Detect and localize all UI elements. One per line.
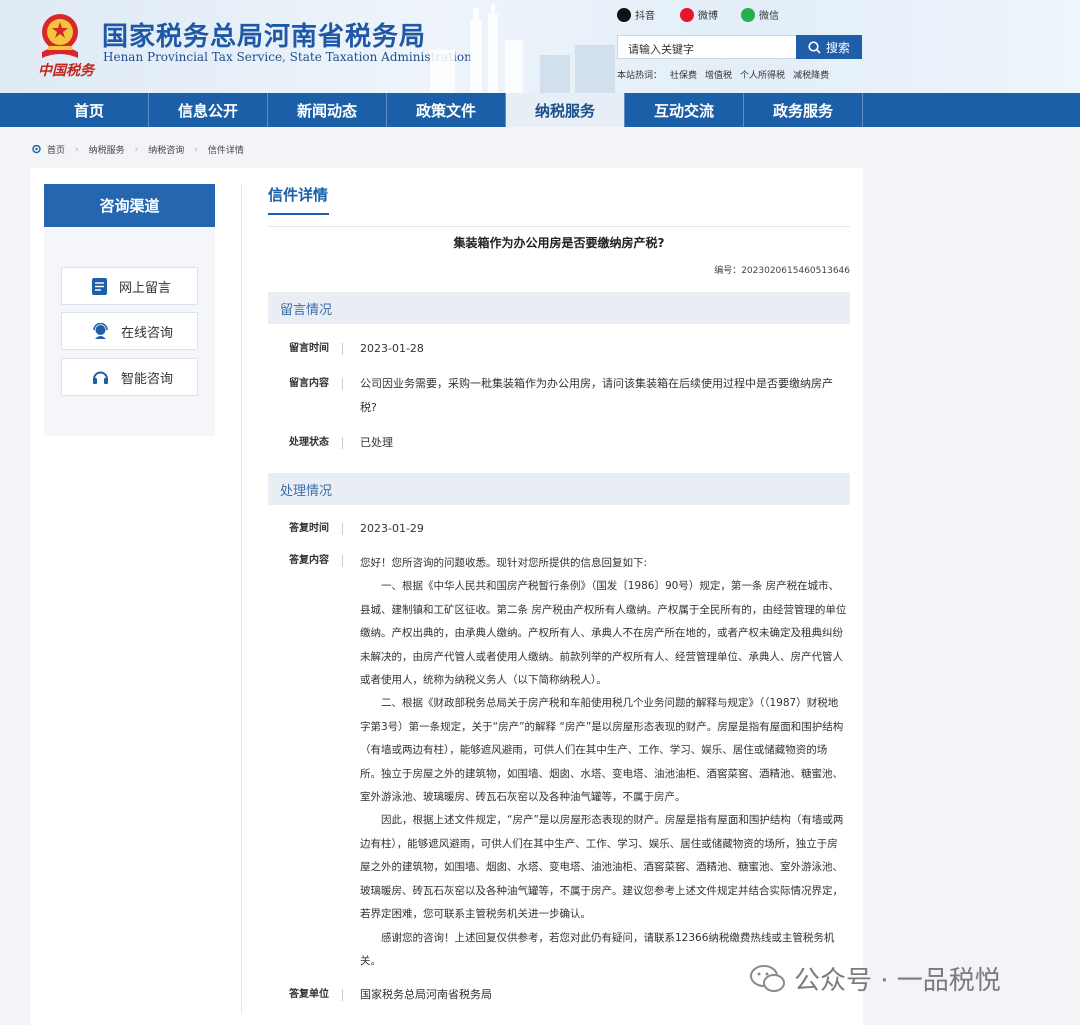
wechat-icon [741,7,755,22]
site-subtitle: Henan Provincial Tax Service, State Taxa… [103,50,472,64]
hotword-link[interactable]: 个人所得税 [740,68,785,81]
reply-paragraph: 一、根据《中华人民共和国房产税暂行条例》（国发〔1986〕90号）规定，第一条 … [360,580,847,687]
breadcrumb: 首页 › 纳税服务 › 纳税咨询 › 信件详情 [32,143,244,156]
status-value: 已处理 [360,436,393,449]
reply-content-row: 答复内容 您好！您所咨询的问题收悉。现针对您所提供的信息回复如下: 一、根据《中… [268,552,850,973]
smart-consult-button[interactable]: 智能咨询 [61,358,198,396]
site-title[interactable]: 国家税务总局河南省税务局 [102,16,426,53]
brand-script-logo: 中国税务 [38,63,94,79]
message-section-bar: 留言情况 [268,292,850,324]
heading-divider [268,226,850,227]
customer-service-icon [93,322,108,339]
reply-paragraph: 您好！您所咨询的问题收悉。现针对您所提供的信息回复如下: [360,557,648,569]
message-content-value: 公司因业务需要，采购一秕集装箱作为办公用房，请问该集装箱在后续使用过程中是否要缴… [360,377,833,414]
douyin-icon [617,7,631,22]
field-label: 答复内容 [268,555,343,567]
social-douyin[interactable]: 抖音 [617,7,655,22]
message-time-row: 留言时间 2023-01-28 [268,340,850,358]
nav-news[interactable]: 新闻动态 [268,93,387,127]
weibo-icon [680,7,694,22]
city-skyline-decoration [430,4,615,93]
breadcrumb-home[interactable]: 首页 [47,143,65,156]
reply-paragraph: 因此，根据上述文件规定，“房产”是以房屋形态表现的财产。房屋是指有屋面和围护结构… [360,814,844,921]
main-nav: 首页 信息公开 新闻动态 政策文件 纳税服务 互动交流 政务服务 [0,93,1080,127]
field-label: 留言时间 [268,343,343,355]
nav-home[interactable]: 首页 [30,93,149,127]
reply-content-value: 您好！您所咨询的问题收悉。现针对您所提供的信息回复如下: 一、根据《中华人民共和… [343,552,848,973]
breadcrumb-separator: › [194,144,198,155]
status-row: 处理状态 已处理 [268,434,850,452]
nav-tax-service[interactable]: 纳税服务 [506,93,625,127]
hotwords-label: 本站热词： [617,71,663,81]
consult-channel-sidebar: 咨询渠道 网上留言 在线咨询 智能咨询 [44,184,215,436]
search-icon [808,40,821,54]
field-label: 答复单位 [268,989,343,1001]
site-header: 中国税务 国家税务总局河南省税务局 Henan Provincial Tax S… [0,0,1080,93]
nav-info-disclosure[interactable]: 信息公开 [149,93,268,127]
field-label: 处理状态 [268,437,343,449]
hotword-link[interactable]: 减税降费 [793,68,829,81]
social-weibo[interactable]: 微博 [680,7,718,22]
search-input[interactable]: 请输入关键字 [617,35,797,59]
nav-policy-docs[interactable]: 政策文件 [387,93,506,127]
social-wechat[interactable]: 微信 [741,7,779,22]
main-panel: 咨询渠道 网上留言 在线咨询 智能咨询 信件详情 集装箱作为办公用房是否要缴纳房… [30,168,863,1025]
nav-interaction[interactable]: 互动交流 [625,93,744,127]
message-content-row: 留言内容 公司因业务需要，采购一秕集装箱作为办公用房，请问该集装箱在后续使用过程… [268,375,850,420]
breadcrumb-tax-service[interactable]: 纳税服务 [89,143,125,156]
wechat-icon [750,964,785,992]
process-section-bar: 处理情况 [268,473,850,505]
column-divider [241,184,242,1014]
field-label: 留言内容 [268,378,343,390]
letter-title: 集装箱作为办公用房是否要缴纳房产税? [453,236,665,250]
message-time-value: 2023-01-28 [360,342,424,355]
letter-number: 编号：2023020615460513646 [714,266,850,276]
reply-paragraph: 二、根据《财政部税务总局关于房产税和车船使用税几个业务问题的解释与规定》（（19… [360,697,844,804]
online-message-button[interactable]: 网上留言 [61,267,198,305]
breadcrumb-tax-consult[interactable]: 纳税咨询 [148,143,184,156]
breadcrumb-separator: › [134,144,139,155]
sidebar-title: 咨询渠道 [44,184,215,227]
breadcrumb-current: 信件详情 [207,146,244,156]
letter-detail: 信件详情 集装箱作为办公用房是否要缴纳房产税? 编号：2023020615460… [268,184,850,1001]
nav-gov-service[interactable]: 政务服务 [744,93,863,127]
wechat-watermark: 公众号 · 一品税悦 [750,960,1001,997]
content-heading: 信件详情 [268,184,329,215]
field-label: 答复时间 [268,523,343,535]
breadcrumb-separator: › [75,144,79,155]
search-button[interactable]: 搜索 [796,35,862,59]
message-list-icon [92,277,107,295]
headset-icon [93,371,108,384]
location-pin-icon [32,144,41,153]
reply-time-value: 2023-01-29 [360,522,424,535]
hotword-link[interactable]: 增值税 [705,68,732,81]
hotwords: 本站热词： 社保费 增值税 个人所得税 减税降费 [617,68,829,81]
online-consult-button[interactable]: 在线咨询 [61,312,198,350]
reply-time-row: 答复时间 2023-01-29 [268,520,850,538]
tax-emblem-icon [42,14,78,58]
hotword-link[interactable]: 社保费 [670,68,697,81]
